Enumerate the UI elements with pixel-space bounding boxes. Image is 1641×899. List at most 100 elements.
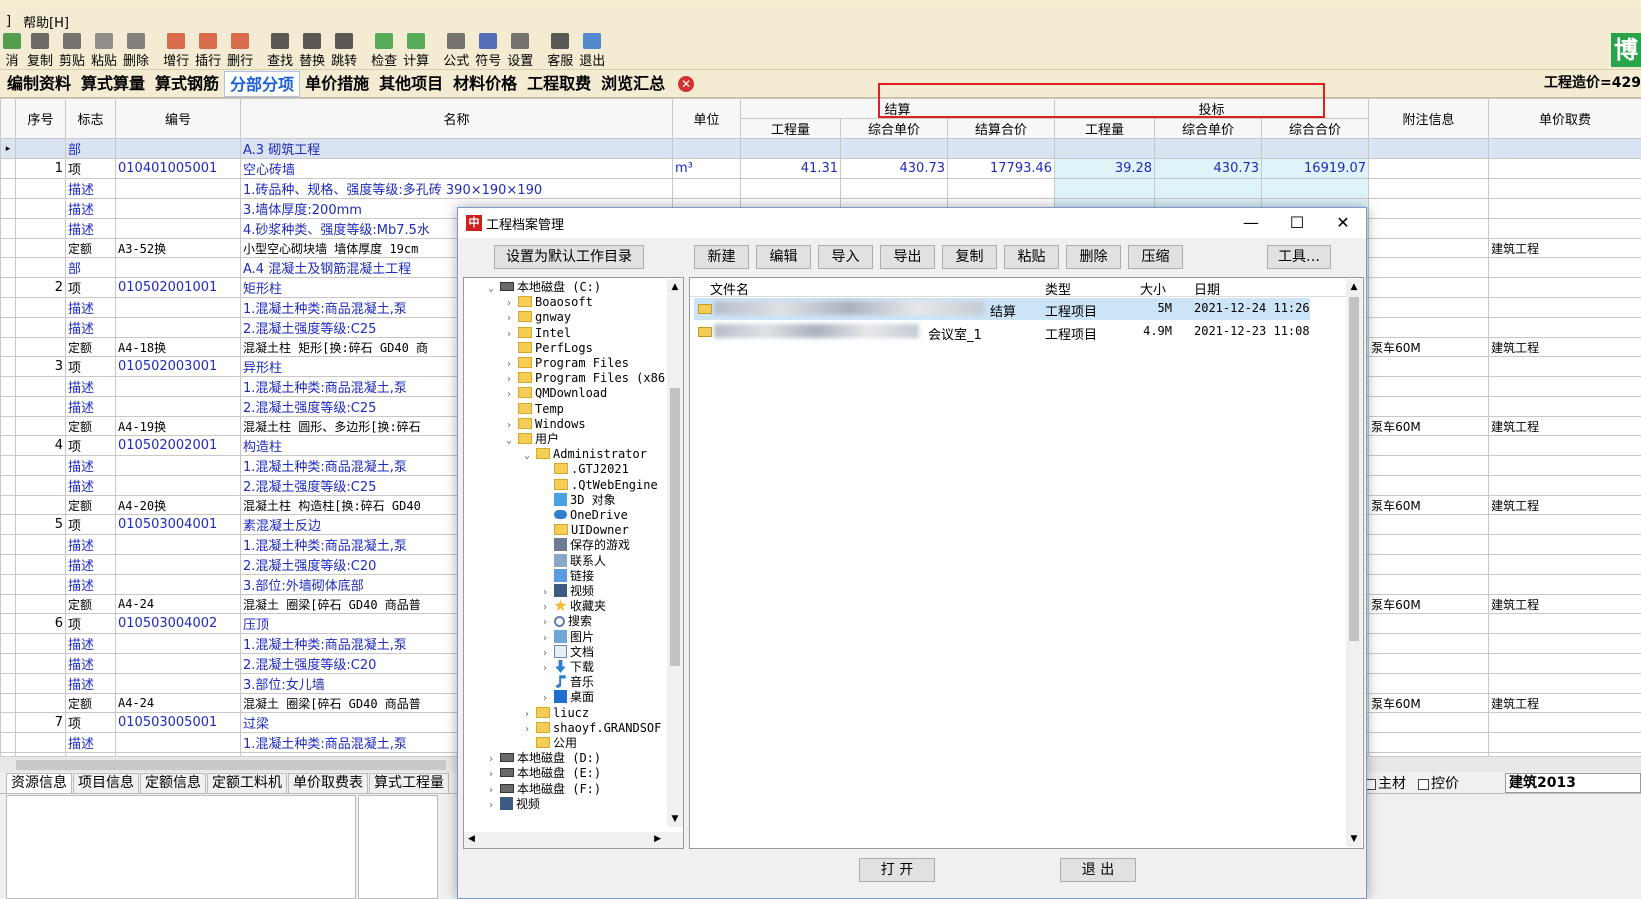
cell-flag[interactable]: 描述 [65,475,116,496]
cell-note[interactable] [1368,435,1490,456]
cell-fee[interactable]: 建筑工程 [1488,495,1641,515]
cell-name[interactable]: A.3 砌筑工程 [240,138,673,159]
file-list-scrollbar[interactable]: ▲ ▼ [1346,279,1362,847]
cell-seq[interactable] [15,396,66,417]
cell-bid-uprice[interactable] [1154,178,1263,199]
cell-note[interactable] [1368,396,1490,417]
chevron-down-icon[interactable]: ⌄ [524,448,536,464]
cell-settle-qty[interactable] [740,138,841,159]
cell-marker[interactable] [0,475,16,496]
toolbar-button-2[interactable]: 复制 [24,31,56,69]
cell-flag[interactable]: 项 [65,356,116,377]
cell-fee[interactable] [1488,178,1641,199]
chevron-right-icon[interactable]: › [488,798,500,814]
bottom-tab-6[interactable]: 算式工程量 [369,773,449,793]
cell-code[interactable]: 010401005001 [115,158,241,179]
cell-seq[interactable] [15,218,66,239]
cell-marker[interactable] [0,158,16,179]
tree-item[interactable]: 音乐 [542,674,594,690]
cell-note[interactable] [1368,455,1490,476]
cell-marker[interactable] [0,435,16,456]
cell-settle-qty[interactable] [740,178,841,199]
toolbar-button-18[interactable]: 退出 [576,31,608,69]
tree-item[interactable]: › shaoyf.GRANDSOF [524,720,661,736]
cell-fee[interactable]: 建筑工程 [1488,693,1641,713]
header-seq[interactable]: 序号 [15,98,66,139]
toolbar-button-5[interactable]: 删除 [120,31,152,69]
scroll-left-icon[interactable]: ◀ [468,834,475,844]
cell-code[interactable] [115,396,241,417]
cell-settle-qty[interactable]: 41.31 [740,158,841,179]
tree-item[interactable]: › gnway [506,309,571,325]
cell-flag[interactable]: 部 [65,138,116,159]
cell-fee[interactable] [1488,376,1641,397]
tree-item[interactable]: › 图片 [542,629,594,645]
cell-unit[interactable] [672,138,741,159]
close-icon[interactable]: ✕ [1320,208,1366,238]
bottom-tab-1[interactable]: 资源信息 [6,773,72,793]
bottom-tab-3[interactable]: 定额信息 [140,773,206,793]
cell-code[interactable] [115,178,241,199]
standard-select[interactable]: 建筑2013 [1505,773,1641,793]
cell-bid-total[interactable] [1261,138,1370,159]
cell-marker[interactable] [0,514,16,535]
table-row[interactable]: ▸ 部 A.3 砌筑工程 [0,138,1641,159]
cell-bid-total[interactable] [1261,178,1370,199]
cell-fee[interactable] [1488,356,1641,377]
toolbar-button-8[interactable]: 删行 [224,31,256,69]
cell-fee[interactable]: 建筑工程 [1488,416,1641,436]
cell-code[interactable]: 010503005001 [115,712,241,733]
tree-item[interactable]: Temp [506,401,564,417]
tab-9[interactable]: 浏览汇总 [596,71,670,97]
cell-flag[interactable]: 描述 [65,396,116,417]
cell-seq[interactable] [15,673,66,694]
cell-note[interactable]: 泵车60M [1368,693,1490,713]
tab-3[interactable]: 算式钢筋 [150,71,224,97]
cell-settle-total[interactable]: 17793.46 [946,158,1056,179]
cell-seq[interactable]: 6 [15,613,66,634]
tree-item[interactable]: PerfLogs [506,340,593,356]
header-bid-uprice[interactable]: 综合单价 [1154,118,1263,139]
cell-marker[interactable] [0,712,16,733]
toolbar-button-10[interactable]: 替换 [296,31,328,69]
cell-marker[interactable] [0,455,16,476]
cell-flag[interactable]: 部 [65,257,116,278]
cell-marker[interactable] [0,277,16,298]
cell-fee[interactable] [1488,297,1641,318]
cell-seq[interactable] [15,416,66,436]
folder-tree[interactable]: ▲ ▼ ◀ ▶ ⌄ 本地磁盘 (C:) › Boaosoft › gnway › Intel P… [463,277,684,849]
cell-seq[interactable] [15,238,66,258]
cell-fee[interactable] [1488,435,1641,456]
cell-flag[interactable]: 项 [65,435,116,456]
cell-marker[interactable] [0,396,16,417]
header-name[interactable]: 名称 [240,98,673,139]
cell-code[interactable] [115,218,241,239]
cell-fee[interactable] [1488,712,1641,733]
cell-flag[interactable]: 描述 [65,455,116,476]
tree-item[interactable]: 联系人 [542,553,606,569]
cell-name[interactable]: 空心砖墙 [240,158,673,179]
tree-item[interactable]: › 本地磁盘 (F:) [488,781,601,797]
file-row[interactable]: 结算 工程项目 5M 2021-12-24 11:26 [694,298,1310,320]
cell-note[interactable] [1368,218,1490,239]
tree-item[interactable]: 保存的游戏 [542,537,630,553]
cell-marker[interactable] [0,178,16,199]
cell-seq[interactable]: 5 [15,514,66,535]
header-unit[interactable]: 单位 [672,98,741,139]
cell-flag[interactable]: 项 [65,158,116,179]
cell-bid-total[interactable]: 16919.07 [1261,158,1370,179]
cell-code[interactable] [115,317,241,338]
cell-marker[interactable] [0,297,16,318]
delete-button[interactable]: 删除 [1066,245,1121,269]
tree-item[interactable]: › 下载 [542,659,594,675]
tree-item[interactable]: .GTJ2021 [542,461,629,477]
tree-item[interactable]: › Windows [506,416,586,432]
cell-fee[interactable] [1488,613,1641,634]
cell-flag[interactable]: 项 [65,277,116,298]
tree-item[interactable]: › liucz [524,705,589,721]
tree-item[interactable]: OneDrive [542,507,628,523]
cell-settle-uprice[interactable]: 430.73 [840,158,948,179]
cell-code[interactable]: A4-18换 [115,337,241,357]
cell-flag[interactable]: 描述 [65,297,116,318]
cell-flag[interactable]: 定额 [65,416,116,436]
